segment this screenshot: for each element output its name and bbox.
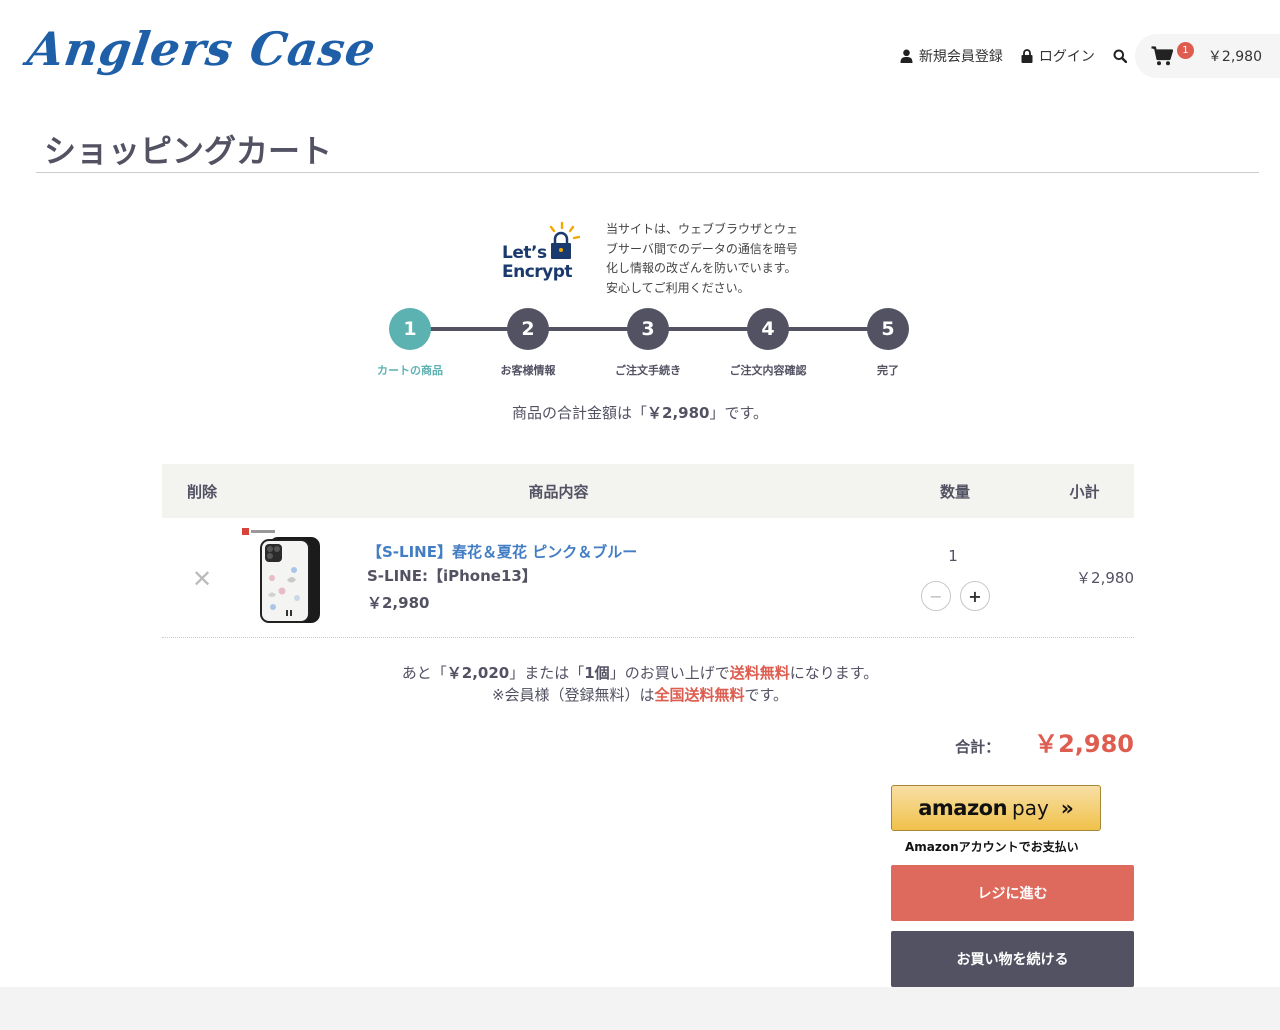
continue-shopping-button[interactable]: お買い物を続ける (891, 931, 1134, 987)
step-number: 4 (747, 308, 789, 350)
product-name-link[interactable]: 【S-LINE】春花＆夏花 ピンク＆ブルー (367, 541, 637, 562)
site-logo[interactable]: Anglers Case (24, 22, 379, 76)
product-price: ￥2,980 (367, 594, 430, 612)
step-label: ご注文手続き (615, 364, 681, 377)
cart-table-header: 削除 商品内容 数量 小計 (162, 464, 1134, 518)
step-label: 完了 (877, 364, 899, 377)
amazon-pay-text: pay (1012, 796, 1049, 820)
header-subtotal: 小計 (1069, 482, 1100, 501)
cart-total-message: 商品の合計金額は「￥2,980」です。 (0, 402, 1280, 423)
step-number: 2 (507, 308, 549, 350)
ssl-notice: Let’s Encrypt 当サイトは、ウェブブラウザとウェブサーバ間でのデータ… (500, 220, 806, 298)
free-shipping-highlight: 送料無料 (729, 664, 790, 682)
register-label: 新規会員登録 (918, 49, 1003, 65)
checkout-button[interactable]: レジに進む (891, 865, 1134, 921)
shipping-text: 」または「 (509, 664, 585, 682)
step-label: ご注文内容確認 (729, 364, 807, 377)
shipping-text: あと「 (401, 664, 447, 682)
cart-item-row: ✕ 【S-LINE】春花＆夏花 ピンク＆ブルー S-LINE:【iPhone13… (162, 518, 1134, 638)
remove-item-button[interactable]: ✕ (192, 565, 212, 593)
free-shipping-message: あと「￥2,020」または「1個」のお買い上げで送料無料になります。 ※会員様（… (0, 662, 1280, 706)
step-1: 1 カートの商品 (360, 308, 460, 378)
login-label: ログイン (1038, 49, 1095, 65)
header-quantity: 数量 (939, 482, 970, 501)
user-icon (900, 49, 913, 63)
ssl-description: 当サイトは、ウェブブラウザとウェブサーバ間でのデータの通信を暗号化し情報の改ざん… (606, 222, 799, 295)
step-label: お客様情報 (500, 364, 556, 377)
shipping-remaining-count: 1個 (584, 664, 610, 682)
shipping-text: ※会員様（登録無料）は (491, 686, 655, 704)
summary-prefix: 商品の合計金額は「 (512, 404, 648, 422)
step-3: 3 ご注文手続き (598, 308, 698, 378)
step-number: 5 (867, 308, 909, 350)
summary-suffix: 」です。 (709, 404, 768, 422)
grand-total-value: ￥2,980 (1034, 730, 1134, 758)
nationwide-free-shipping-highlight: 全国送料無料 (654, 686, 745, 704)
step-number: 3 (627, 308, 669, 350)
amazon-pay-note: Amazonアカウントでお支払い (905, 840, 1079, 854)
grand-total-label: 合計： (955, 738, 1001, 756)
amazon-brand-text: amazon (918, 796, 1008, 820)
step-4: 4 ご注文内容確認 (718, 308, 818, 378)
search-button[interactable] (1113, 49, 1127, 63)
quantity-increase-button[interactable]: + (960, 581, 990, 611)
step-2: 2 お客様情報 (478, 308, 578, 378)
shipping-text: です。 (744, 686, 789, 704)
shipping-text: 」のお買い上げで (609, 664, 730, 682)
quantity-decrease-button[interactable]: − (921, 581, 951, 611)
header-item: 商品内容 (528, 482, 589, 501)
header-cart-button[interactable]: 1 ￥2,980 (1134, 34, 1280, 78)
login-link[interactable]: ログイン (1021, 46, 1095, 66)
lets-encrypt-logo: Let’s Encrypt (500, 220, 580, 290)
lets-encrypt-logo-line2: Encrypt (502, 262, 573, 282)
footer-band (0, 987, 1280, 1030)
double-chevron-icon: » (1060, 796, 1074, 820)
header-delete: 削除 (186, 482, 217, 501)
page-title: ショッピングカート (44, 132, 333, 170)
search-icon (1113, 49, 1127, 63)
amazon-pay-button[interactable]: amazon pay » (891, 785, 1101, 831)
free-shipping-line-2: ※会員様（登録無料）は全国送料無料です。 (0, 684, 1280, 706)
step-5: 5 完了 (838, 308, 938, 378)
cart-icon (1151, 46, 1173, 66)
site-header: Anglers Case 新規会員登録 ログイン 1 ￥2,980 (0, 0, 1280, 110)
product-option: S-LINE:【iPhone13】 (367, 567, 537, 585)
shipping-remaining-amount: ￥2,020 (446, 664, 510, 682)
quantity-value: 1 (948, 547, 958, 565)
checkout-steps: 1 カートの商品 2 お客様情報 3 ご注文手続き 4 ご注文内容確認 5 完了 (360, 308, 920, 378)
row-subtotal: ￥2,980 (1076, 569, 1134, 587)
title-divider (36, 172, 1259, 173)
cart-table: 削除 商品内容 数量 小計 ✕ 【S-LINE】春花＆夏花 ピンク＆ブルー S-… (162, 464, 1134, 638)
step-label: カートの商品 (377, 364, 443, 377)
product-thumbnail[interactable] (242, 528, 328, 628)
register-link[interactable]: 新規会員登録 (900, 46, 1003, 66)
cart-count-badge: 1 (1176, 41, 1194, 59)
header-cart-total: ￥2,980 (1207, 49, 1262, 65)
lock-icon (1021, 49, 1033, 63)
step-number: 1 (389, 308, 431, 350)
shipping-text: になります。 (789, 664, 879, 682)
lets-encrypt-logo-line1: Let’s (502, 243, 547, 263)
summary-amount: ￥2,980 (647, 404, 710, 422)
free-shipping-line-1: あと「￥2,020」または「1個」のお買い上げで送料無料になります。 (0, 662, 1280, 684)
header-nav: 新規会員登録 ログイン 1 ￥2,980 (900, 34, 1280, 78)
grand-total: 合計： ￥2,980 (955, 724, 1134, 759)
